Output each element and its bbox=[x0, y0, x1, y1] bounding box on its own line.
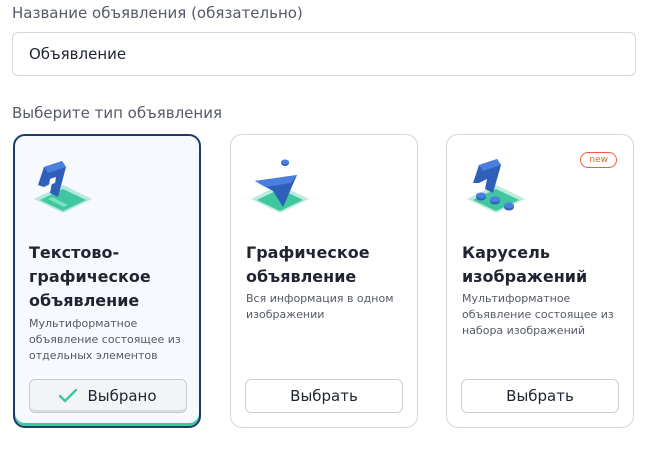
ad-name-input[interactable] bbox=[12, 32, 636, 76]
ad-name-label: Название объявления (обязательно) bbox=[12, 4, 303, 22]
ad-form: Название объявления (обязательно) Выбери… bbox=[0, 0, 652, 451]
card-title: Графическое объявление bbox=[246, 243, 370, 286]
ad-type-card-carousel[interactable]: new Карусель изображений Мультиформатное… bbox=[446, 134, 634, 428]
check-icon bbox=[59, 388, 78, 403]
card-description: Мультиформатное объявление состоящее из … bbox=[29, 317, 181, 362]
card-title: Текстово-графическое объявление bbox=[29, 243, 151, 310]
select-button[interactable]: Выбрать bbox=[461, 379, 619, 413]
graphic-ad-icon bbox=[245, 157, 315, 221]
card-title: Карусель изображений bbox=[462, 243, 588, 286]
select-button[interactable]: Выбрать bbox=[245, 379, 403, 413]
ad-type-label: Выберите тип объявления bbox=[12, 104, 222, 122]
text-graphic-ad-icon bbox=[28, 157, 98, 221]
new-badge: new bbox=[580, 152, 617, 168]
card-description: Мультиформатное объявление состоящее из … bbox=[462, 292, 614, 337]
selected-button[interactable]: Выбрано bbox=[29, 379, 187, 413]
ad-type-card-text-graphic[interactable]: Текстово-графическое объявление Мультифо… bbox=[13, 134, 201, 428]
carousel-ad-icon bbox=[461, 157, 531, 221]
ad-type-card-graphic[interactable]: Графическое объявление Вся информация в … bbox=[230, 134, 418, 428]
selected-button-label: Выбрано bbox=[87, 387, 157, 405]
card-description: Вся информация в одном изображении bbox=[246, 292, 394, 321]
